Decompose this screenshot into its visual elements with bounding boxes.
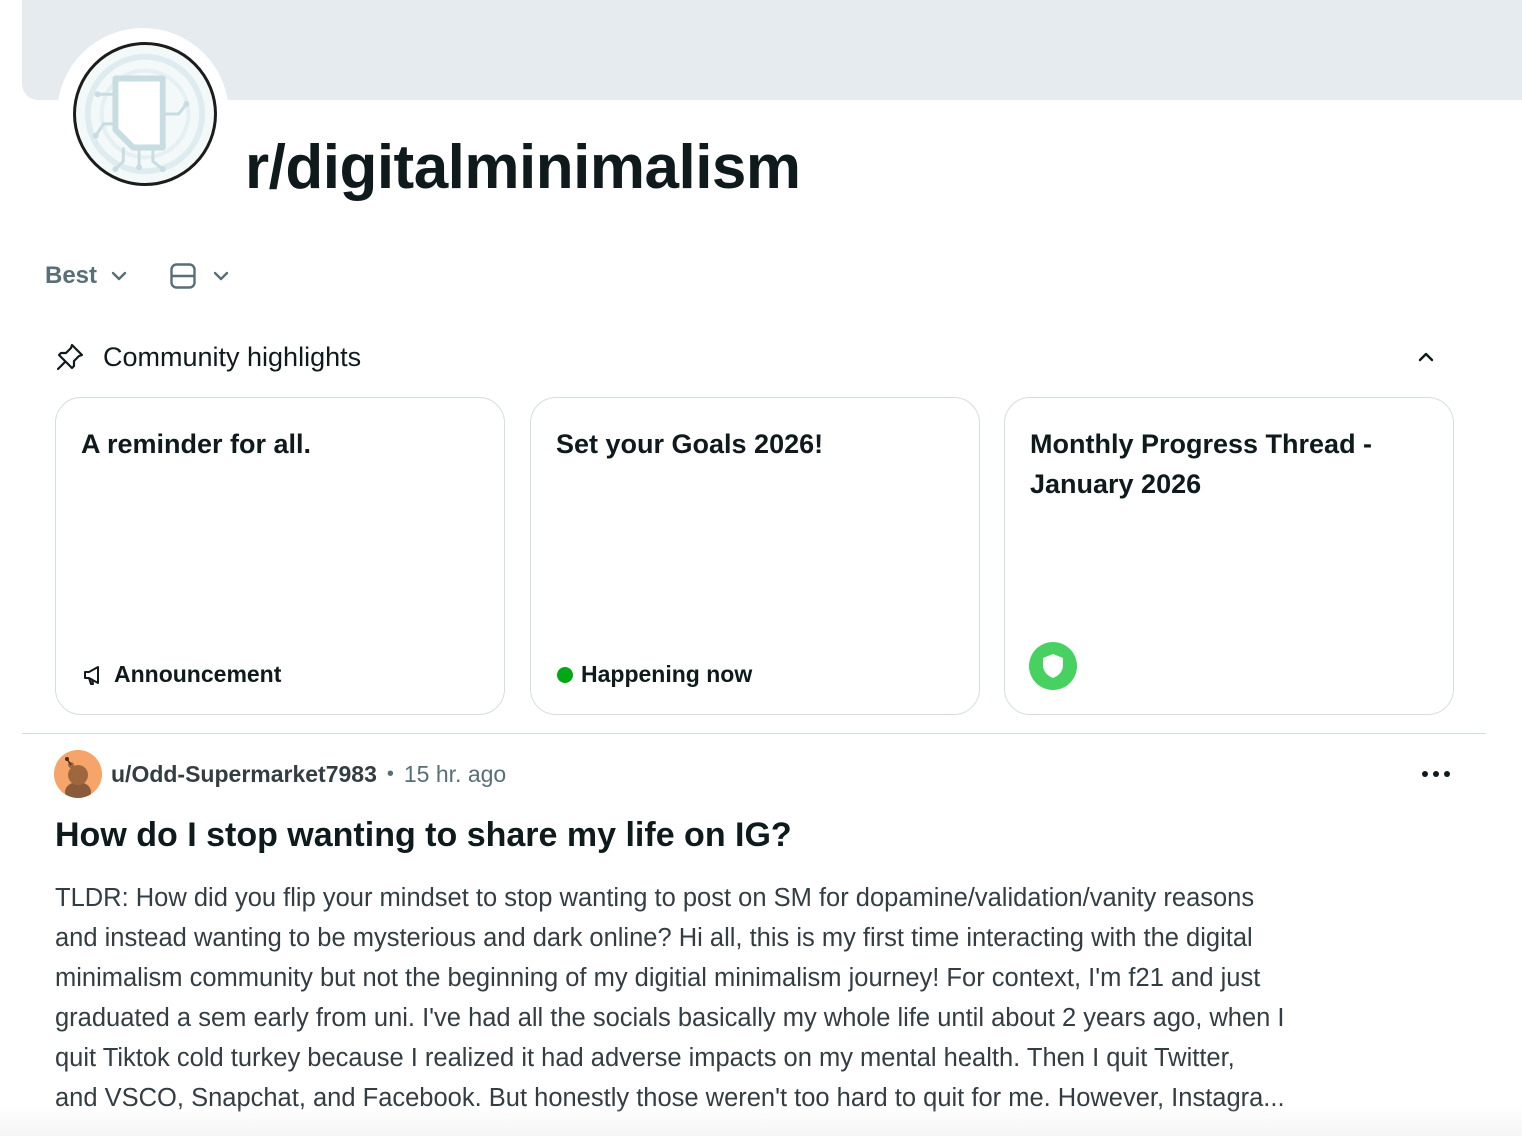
post-body-line: quit Tiktok cold turkey because I realiz… (55, 1044, 1235, 1072)
highlights-title: Community highlights (103, 341, 362, 372)
card-view-icon (170, 263, 196, 289)
chevron-down-icon (111, 271, 127, 281)
subreddit-logo (73, 42, 217, 186)
highlight-card-footer: Announcement (82, 661, 281, 688)
moderator-badge (1029, 642, 1077, 690)
post-body[interactable]: TLDR: How did you flip your mindset to s… (55, 878, 1465, 1118)
more-options-icon[interactable] (1418, 760, 1454, 788)
chevron-down-icon (213, 271, 229, 281)
feed-divider (22, 733, 1486, 734)
highlight-card-title: Set your Goals 2026! (556, 429, 824, 459)
post-body-line: minimalism community but not the beginni… (55, 964, 1261, 992)
subreddit-avatar (57, 28, 229, 200)
post-meta: u/Odd-Supermarket7983 • 15 hr. ago (54, 750, 506, 798)
feed-controls: Best (45, 258, 231, 294)
subreddit-banner (22, 0, 1522, 100)
bottom-fade (0, 1106, 1522, 1136)
subreddit-title: r/digitalminimalism (245, 133, 801, 202)
pin-icon (56, 343, 84, 371)
highlight-card-title: Monthly Progress Thread - January 2026 (1030, 429, 1373, 499)
post-timestamp: 15 hr. ago (403, 760, 507, 787)
shield-icon (1043, 654, 1063, 678)
highlight-card-label: Happening now (581, 661, 753, 687)
highlight-card-title: A reminder for all. (81, 429, 312, 459)
meta-separator: • (386, 762, 394, 785)
post-author[interactable]: u/Odd-Supermarket7983 (111, 761, 377, 788)
highlight-card-announcement[interactable]: A reminder for all. Announcement (55, 397, 505, 715)
avatar[interactable] (54, 750, 102, 798)
live-status-dot (557, 666, 573, 683)
highlight-card-label: Announcement (114, 661, 282, 687)
highlight-card-footer: Happening now (557, 661, 752, 688)
highlight-card-event[interactable]: Set your Goals 2026! Happening now (530, 397, 980, 715)
chevron-up-icon[interactable] (1411, 342, 1441, 372)
post-body-line: graduated a sem early from uni. I've had… (55, 1004, 1285, 1032)
view-mode-dropdown[interactable] (169, 262, 231, 290)
highlight-card-mod-post[interactable]: Monthly Progress Thread - January 2026 (1004, 397, 1454, 715)
sort-dropdown[interactable]: Best (45, 262, 129, 290)
sort-label: Best (45, 262, 98, 289)
post-body-line: and instead wanting to be mysterious and… (55, 924, 1253, 952)
community-highlights-header: Community highlights (55, 336, 1455, 378)
post-title[interactable]: How do I stop wanting to share my life o… (55, 816, 792, 855)
post-body-line: TLDR: How did you flip your mindset to s… (55, 884, 1255, 912)
megaphone-icon (84, 665, 99, 685)
